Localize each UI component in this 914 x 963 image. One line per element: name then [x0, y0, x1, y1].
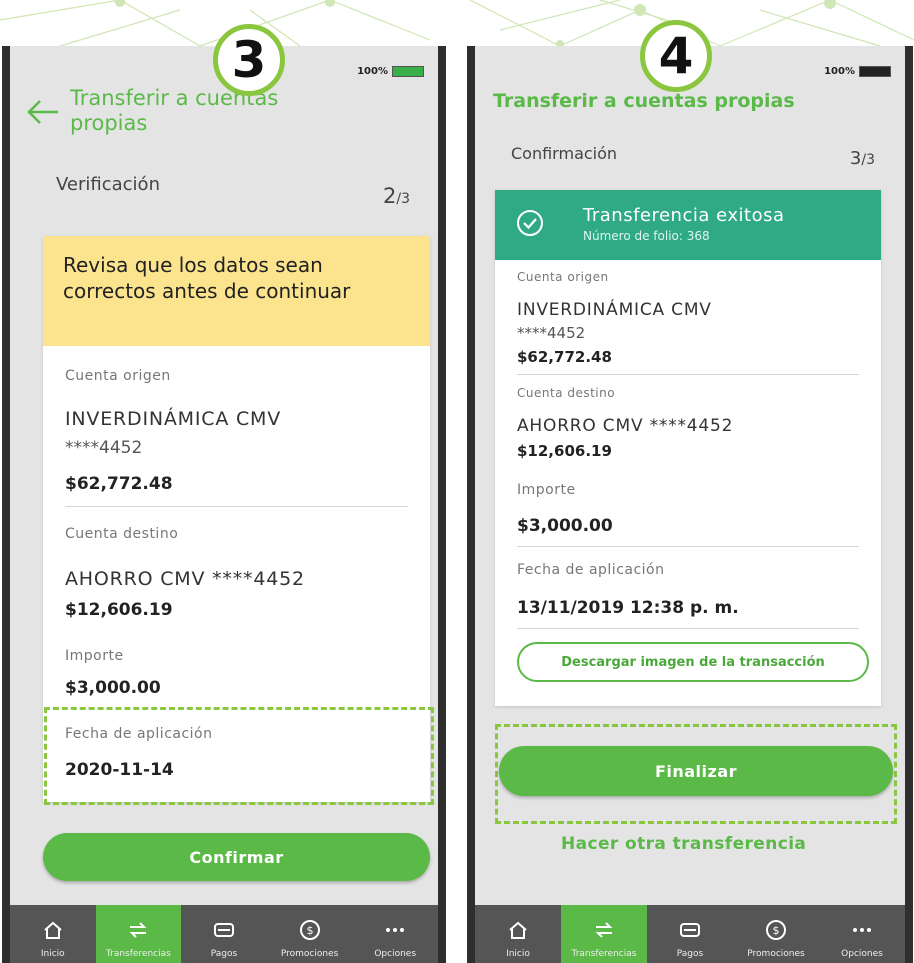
dollar-coin-icon: $: [766, 920, 786, 940]
title-line-2: propias: [70, 111, 148, 136]
step-counter: 3/3: [850, 148, 875, 169]
download-image-button[interactable]: Descargar imagen de la transacción: [517, 642, 869, 682]
origin-account-name: INVERDINÁMICA CMV: [65, 408, 282, 430]
tab-label: Pagos: [676, 949, 704, 959]
step-current: 2: [383, 184, 397, 208]
step-counter: 2/3: [383, 184, 410, 208]
origin-account-number: ****4452: [517, 324, 586, 342]
receipt-card: Transferencia exitosa Número de folio: 3…: [495, 190, 881, 706]
step-label: Verificación: [56, 174, 160, 195]
page-title: Transferir a cuentas propias: [493, 90, 795, 112]
finish-button[interactable]: Finalizar: [499, 746, 893, 796]
step-label: Confirmación: [511, 144, 618, 163]
card-icon: [213, 923, 234, 937]
home-icon: [44, 921, 62, 939]
tab-transferencias[interactable]: Transferencias: [95, 905, 182, 963]
more-icon: [386, 928, 405, 932]
divider: [65, 506, 408, 507]
transfer-icon: [129, 922, 147, 938]
tab-promociones[interactable]: $ Promociones: [733, 905, 819, 963]
svg-text:$: $: [306, 924, 313, 937]
divider: [517, 628, 859, 629]
battery-icon: [859, 66, 891, 77]
tab-inicio[interactable]: Inicio: [10, 905, 96, 963]
another-transfer-link[interactable]: Hacer otra transferencia: [561, 834, 806, 854]
divider: [517, 546, 859, 547]
tab-opciones[interactable]: Opciones: [819, 905, 905, 963]
tab-label: Inicio: [506, 949, 530, 959]
check-circle-icon: [517, 210, 543, 236]
tab-label: Inicio: [40, 949, 65, 959]
success-title: Transferencia exitosa: [583, 205, 785, 226]
step-total: /3: [861, 152, 875, 168]
destination-balance: $12,606.19: [517, 442, 612, 460]
confirmation-screen: 100% Transferir a cuentas propias Confir…: [475, 46, 905, 963]
phone-verification: 100% Transferir a cuentas propias Verifi…: [2, 46, 446, 963]
highlight-date-box: [44, 707, 434, 805]
tab-label: Transferencias: [105, 949, 171, 959]
folio-number: Número de folio: 368: [583, 229, 710, 243]
battery-percent: 100%: [824, 66, 855, 77]
home-icon: [509, 921, 527, 939]
phone-confirmation: 100% Transferir a cuentas propias Confir…: [467, 46, 913, 963]
origin-balance: $62,772.48: [65, 474, 173, 494]
tab-promociones[interactable]: $ Promociones: [267, 905, 353, 963]
status-bar: 100%: [824, 66, 891, 77]
bottom-tab-bar: Inicio Transferencias Pagos $ Promocione…: [10, 905, 438, 963]
tab-pagos[interactable]: Pagos: [647, 905, 733, 963]
amount-label: Importe: [517, 482, 576, 498]
tab-label: Opciones: [374, 949, 417, 959]
battery-icon: [392, 66, 424, 77]
destination-label: Cuenta destino: [517, 386, 616, 400]
back-arrow-icon[interactable]: [26, 98, 60, 126]
confirm-button[interactable]: Confirmar: [43, 833, 430, 881]
step-badge-3: 3: [213, 24, 285, 96]
card-icon: [680, 923, 700, 937]
verification-screen: 100% Transferir a cuentas propias Verifi…: [10, 46, 438, 963]
svg-text:$: $: [773, 924, 780, 937]
tab-label: Transferencias: [571, 949, 637, 959]
origin-label: Cuenta origen: [65, 368, 171, 384]
tab-label: Promociones: [280, 949, 339, 959]
battery-percent: 100%: [357, 66, 388, 77]
step-badge-4: 4: [640, 20, 712, 92]
amount-value: $3,000.00: [65, 678, 161, 698]
tab-label: Opciones: [841, 949, 883, 959]
destination-balance: $12,606.19: [65, 600, 173, 620]
origin-account-name: INVERDINÁMICA CMV: [517, 300, 712, 320]
more-icon: [853, 928, 871, 932]
destination-label: Cuenta destino: [65, 526, 179, 542]
date-label: Fecha de aplicación: [517, 562, 665, 578]
tab-label: Promociones: [747, 949, 805, 959]
destination-account-name: AHORRO CMV ****4452: [65, 568, 305, 590]
amount-label: Importe: [65, 648, 124, 664]
status-bar: 100%: [357, 66, 424, 77]
amount-value: $3,000.00: [517, 516, 613, 536]
dollar-coin-icon: $: [299, 920, 320, 940]
step-total: /3: [396, 191, 410, 207]
origin-account-number: ****4452: [65, 438, 143, 458]
destination-account-name: AHORRO CMV ****4452: [517, 416, 734, 436]
tab-inicio[interactable]: Inicio: [475, 905, 561, 963]
step-current: 3: [849, 148, 862, 169]
origin-balance: $62,772.48: [517, 348, 612, 366]
tab-opciones[interactable]: Opciones: [352, 905, 438, 963]
tab-label: Pagos: [210, 949, 238, 959]
tab-pagos[interactable]: Pagos: [181, 905, 267, 963]
tab-transferencias[interactable]: Transferencias: [561, 905, 647, 963]
divider: [517, 374, 859, 375]
bottom-tab-bar: Inicio Transferencias Pagos $ Promocione…: [475, 905, 905, 963]
transfer-icon: [595, 922, 613, 938]
date-value: 13/11/2019 12:38 p. m.: [517, 598, 739, 618]
warning-banner: Revisa que los datos sean correctos ante…: [43, 236, 430, 346]
origin-label: Cuenta origen: [517, 270, 609, 284]
success-header: Transferencia exitosa Número de folio: 3…: [495, 190, 881, 260]
